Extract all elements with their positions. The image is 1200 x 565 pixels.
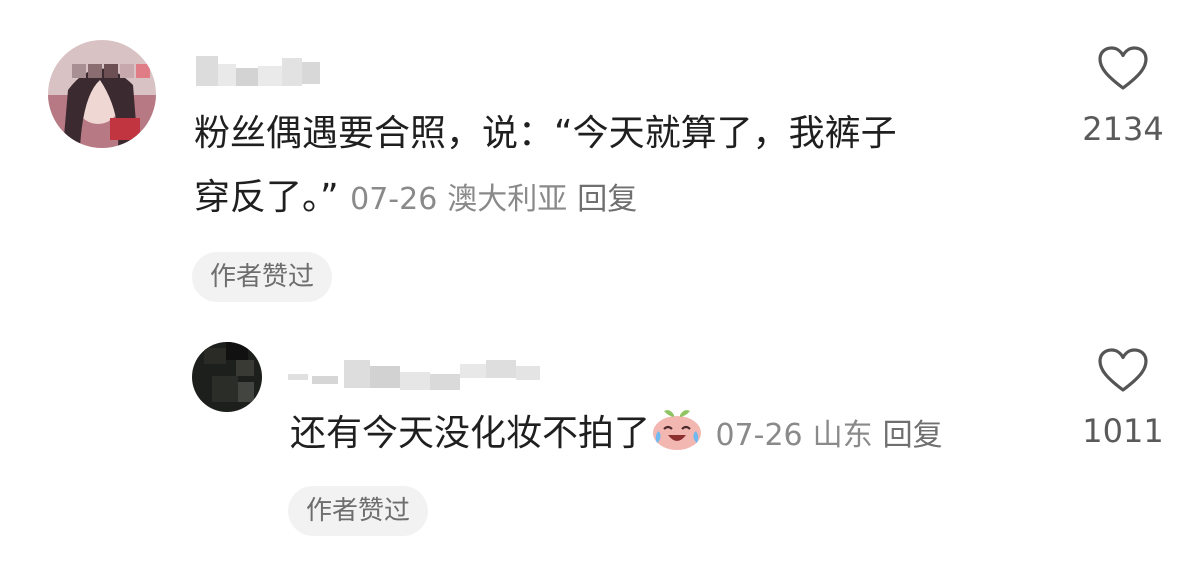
avatar[interactable] [192, 342, 262, 412]
username-redacted[interactable] [288, 356, 542, 392]
comment-date: 07-26 [350, 182, 438, 217]
reply-button[interactable]: 回复 [883, 418, 943, 453]
comment-location: 澳大利亚 [447, 182, 568, 217]
like-count: 1011 [1082, 412, 1164, 450]
reply-button[interactable]: 回复 [577, 182, 637, 217]
like-count: 2134 [1082, 110, 1164, 148]
comment-meta: 07-26 山东 回复 [715, 418, 942, 453]
heart-outline-icon[interactable] [1097, 46, 1149, 92]
username-redacted[interactable] [196, 54, 322, 88]
author-liked-badge: 作者赞过 [288, 486, 429, 536]
avatar[interactable] [48, 40, 156, 148]
comment-date: 07-26 [715, 418, 803, 453]
comment-text-line: 还有今天没化妆不拍了 [290, 413, 651, 454]
heart-outline-icon[interactable] [1097, 348, 1149, 394]
like-control: 2134 [1068, 46, 1178, 148]
comment-text: 粉丝偶遇要合照，说：“今天就算了，我裤子 穿反了。” 07-26 澳大利亚 回复 [194, 102, 1054, 232]
comment-meta: 07-26 澳大利亚 回复 [350, 182, 637, 217]
comment-text-line: 粉丝偶遇要合照，说：“今天就算了，我裤子 [194, 113, 897, 154]
like-control: 1011 [1068, 348, 1178, 450]
comment-location: 山东 [812, 418, 873, 453]
crying-laughing-emoji-icon [650, 407, 704, 472]
author-liked-badge: 作者赞过 [192, 252, 333, 302]
comment-text-line: 穿反了。” [194, 177, 339, 218]
comment-text: 还有今天没化妆不拍了 07-26 山东 回复 [290, 402, 1070, 472]
